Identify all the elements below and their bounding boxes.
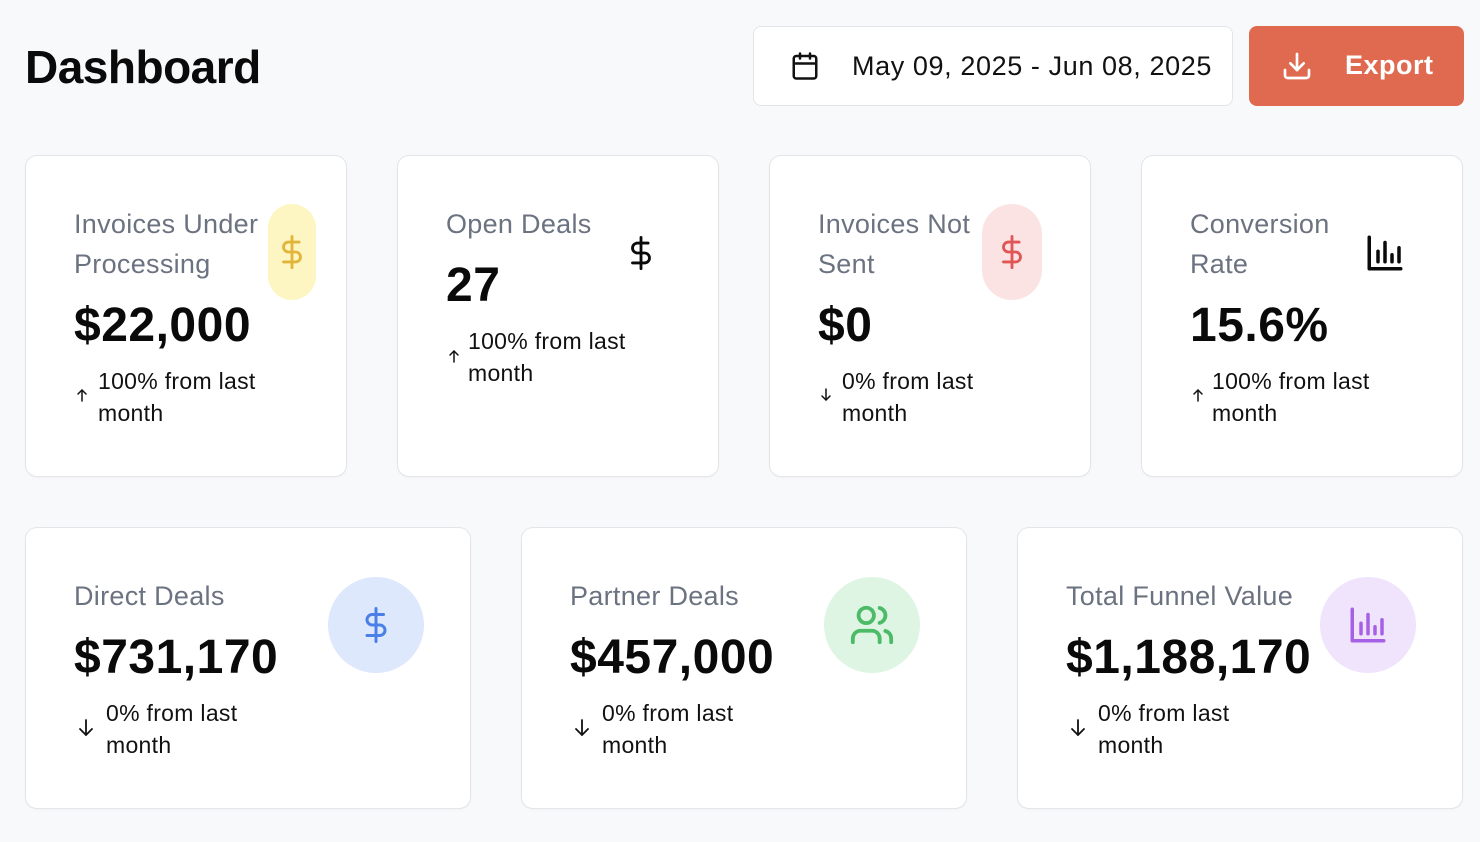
- date-range-picker[interactable]: May 09, 2025 - Jun 08, 2025: [753, 26, 1233, 106]
- dollar-icon-badge: [982, 204, 1042, 300]
- date-range-text: May 09, 2025 - Jun 08, 2025: [852, 51, 1212, 81]
- card-direct-deals: Direct Deals $731,170 0% from last month: [25, 527, 471, 809]
- card-value: $731,170: [74, 631, 279, 684]
- card-change: 0% from last month: [602, 700, 734, 758]
- export-label: Export: [1345, 50, 1434, 80]
- download-icon: [1283, 52, 1311, 80]
- bar-chart-icon: [1367, 235, 1403, 271]
- card-value: $22,000: [74, 299, 252, 352]
- card-value: 15.6%: [1190, 299, 1329, 352]
- card-title: Total Funnel Value: [1066, 581, 1294, 611]
- users-icon-badge: [824, 577, 920, 673]
- card-value: 27: [446, 259, 501, 312]
- users-icon: [850, 605, 894, 645]
- page-title: Dashboard: [25, 41, 261, 93]
- card-open-deals: Open Deals 27 100% from last month: [397, 155, 719, 477]
- dollar-icon-badge: [328, 577, 424, 673]
- calendar-icon: [792, 52, 818, 80]
- card-total-funnel-value: Total Funnel Value $1,188,170 0% from la…: [1017, 527, 1463, 809]
- card-value: $1,188,170: [1066, 631, 1312, 684]
- card-value: $0: [818, 299, 873, 352]
- dollar-icon: [365, 607, 387, 643]
- export-button[interactable]: Export: [1249, 26, 1464, 106]
- dollar-icon: [631, 236, 651, 270]
- arrow-up-icon: [77, 389, 87, 402]
- card-title: Direct Deals: [74, 581, 225, 611]
- dollar-icon-badge: [618, 228, 664, 278]
- dollar-icon: [1002, 235, 1022, 269]
- card-change: 0% from last month: [1098, 700, 1230, 758]
- dollar-icon-badge: [268, 204, 316, 300]
- dollar-icon: [282, 235, 302, 269]
- card-title: Invoices Under Processing: [74, 209, 259, 279]
- bar-chart-icon-badge: [1320, 577, 1416, 673]
- card-value: $457,000: [570, 631, 775, 684]
- card-change: 100% from last month: [1212, 368, 1370, 426]
- arrow-down-icon: [79, 719, 93, 736]
- arrow-up-icon: [449, 350, 459, 363]
- bar-chart-icon-badge: [1362, 230, 1408, 276]
- card-invoices-not-sent: Invoices Not Sent $0 0% from last month: [769, 155, 1091, 477]
- bar-chart-icon: [1350, 607, 1386, 643]
- card-change: 100% from last month: [468, 328, 626, 386]
- arrow-down-icon: [1071, 719, 1085, 736]
- card-change: 0% from last month: [106, 700, 238, 758]
- card-title: Invoices Not Sent: [818, 209, 971, 279]
- card-conversion-rate: Conversion Rate 15.6% 100% from last mon…: [1141, 155, 1463, 477]
- dashboard-page: Dashboard May 09, 2025 - Jun 08, 2025 Ex…: [0, 0, 1480, 842]
- card-invoices-under-processing: Invoices Under Processing $22,000 100% f…: [25, 155, 347, 477]
- card-change: 100% from last month: [98, 368, 256, 426]
- card-title: Open Deals: [446, 209, 592, 239]
- arrow-up-icon: [1193, 389, 1203, 402]
- card-partner-deals: Partner Deals $457,000 0% from last mont…: [521, 527, 967, 809]
- arrow-down-icon: [575, 719, 589, 736]
- card-title: Partner Deals: [570, 581, 739, 611]
- card-change: 0% from last month: [842, 368, 974, 426]
- card-title: Conversion Rate: [1190, 209, 1330, 279]
- arrow-down-icon: [821, 388, 831, 401]
